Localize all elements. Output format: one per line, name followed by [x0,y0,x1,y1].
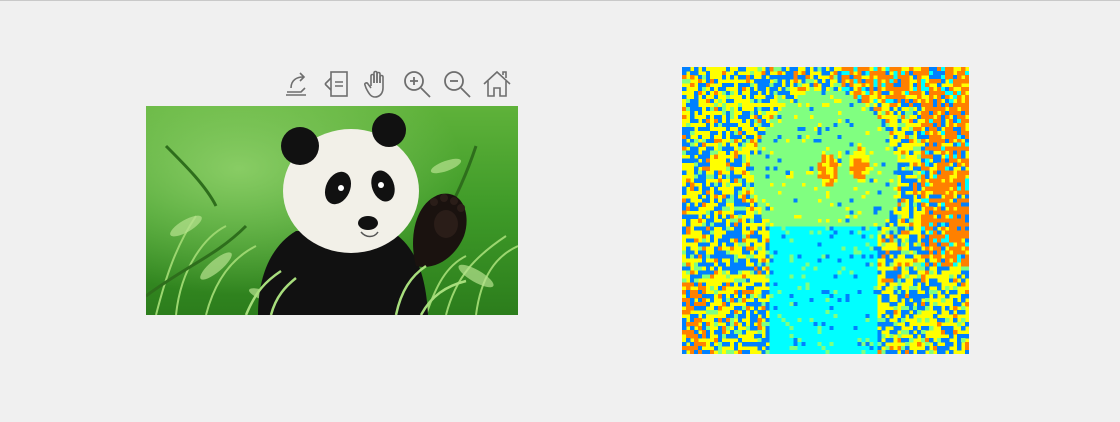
panda-photo [146,106,518,315]
zoom-in-icon [404,71,431,98]
window-top-border [0,0,1120,1]
right-axes[interactable] [682,67,969,354]
pan-icon [364,70,384,98]
brush-button[interactable] [319,66,355,102]
segmented-panda [682,67,969,354]
home-button[interactable] [479,66,515,102]
zoom-out-button[interactable] [439,66,475,102]
pan-button[interactable] [359,66,395,102]
zoom-out-icon [444,71,471,98]
export-icon [286,72,306,96]
axes-toolbar [279,66,515,102]
brush-icon [324,71,348,97]
home-icon [483,70,511,97]
zoom-in-button[interactable] [399,66,435,102]
export-button[interactable] [279,66,315,102]
left-axes[interactable] [146,106,518,315]
